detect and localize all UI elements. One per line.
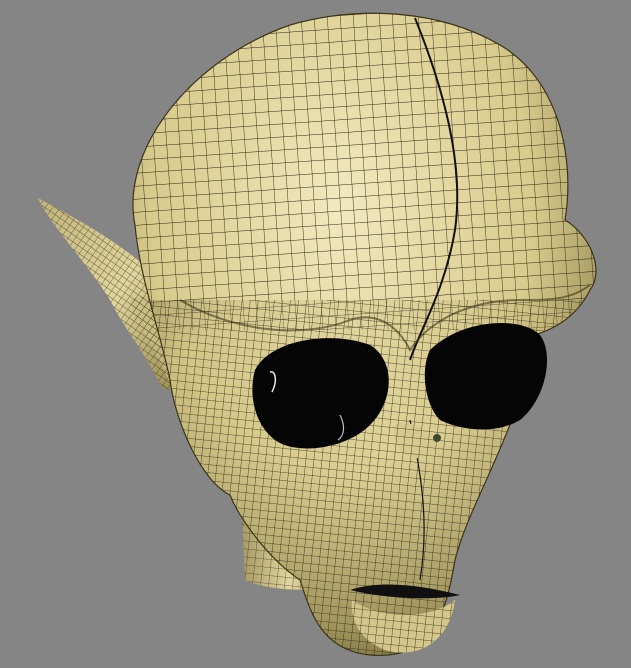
head-mesh	[132, 12, 597, 657]
3d-viewport[interactable]	[0, 0, 631, 668]
mesh-render[interactable]	[0, 0, 631, 668]
